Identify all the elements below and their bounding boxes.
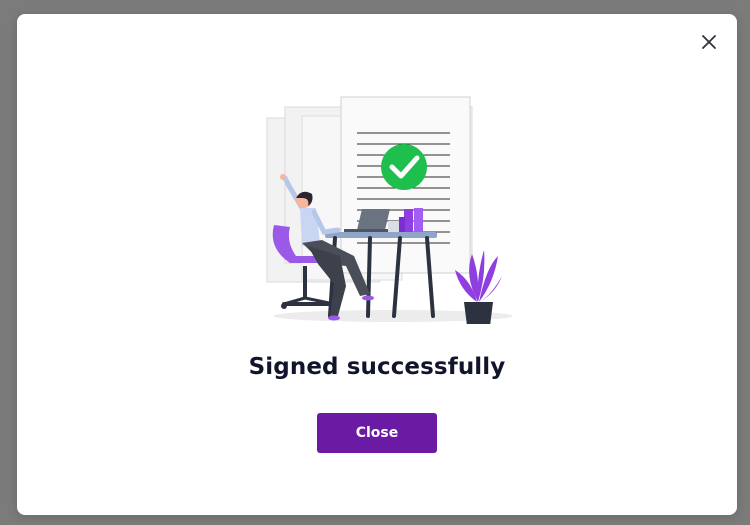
- success-dialog: Signed successfully Close: [17, 14, 737, 515]
- close-dialog-button[interactable]: [699, 32, 719, 52]
- signed-success-illustration: [266, 96, 512, 324]
- close-icon: [702, 35, 716, 49]
- success-title: Signed successfully: [248, 354, 506, 380]
- close-button[interactable]: Close: [317, 413, 437, 453]
